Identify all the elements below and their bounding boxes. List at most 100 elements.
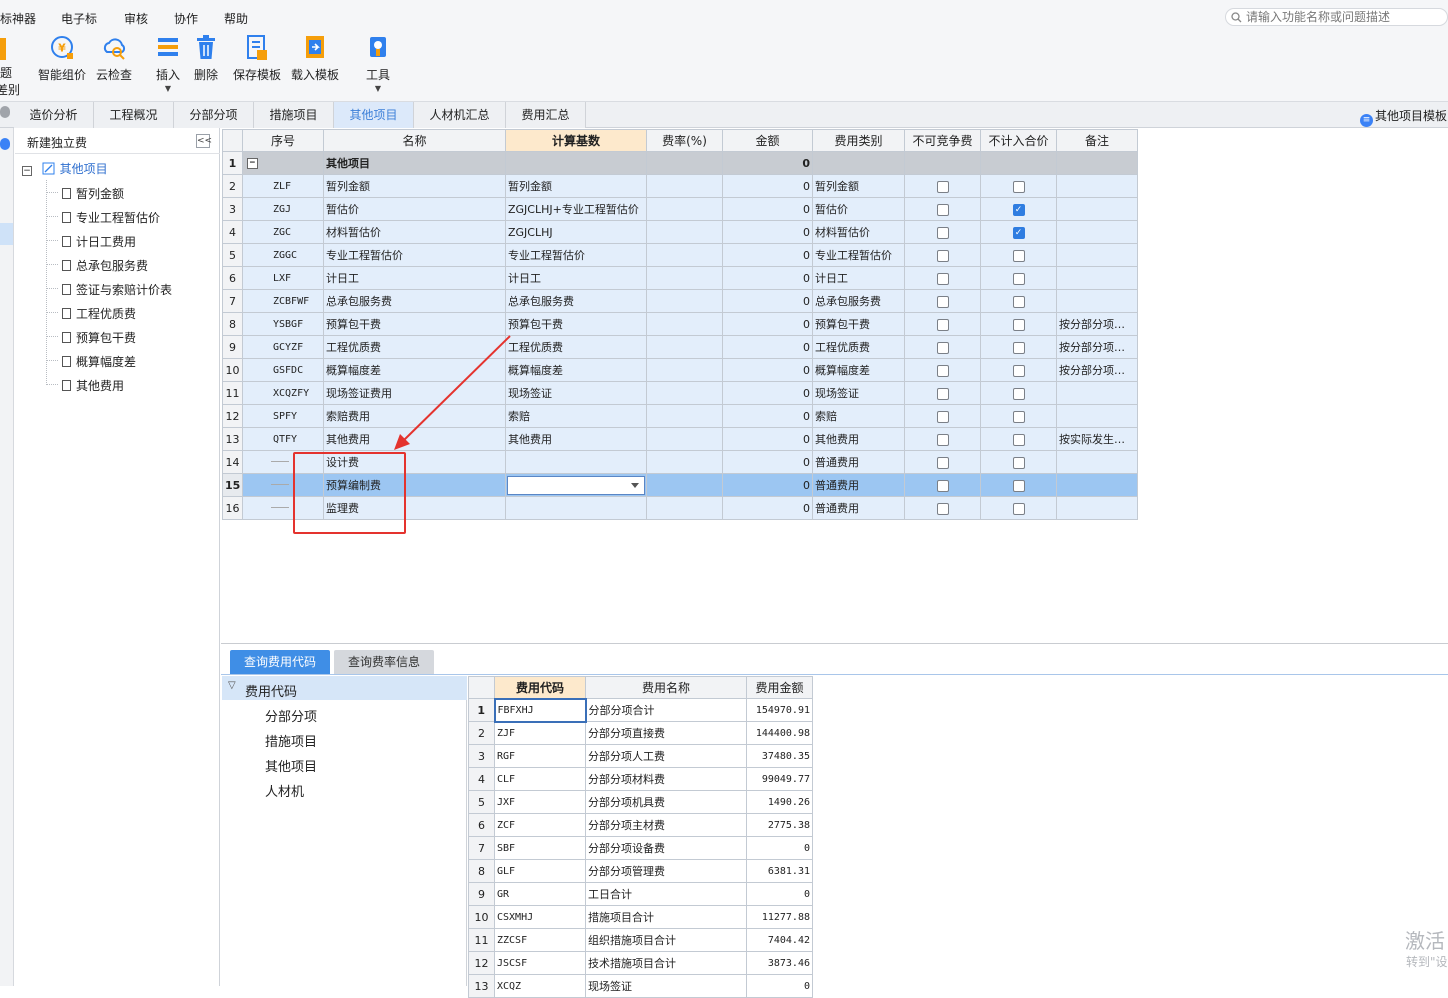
non-competitive-checkbox[interactable] xyxy=(936,387,949,400)
calc-base-cell[interactable]: 计日工 xyxy=(505,266,647,290)
menu-item-biaoshenqi[interactable]: 标神器 xyxy=(0,10,36,27)
category-cell[interactable]: 索赔 xyxy=(812,404,905,428)
category-cell[interactable]: 计日工 xyxy=(812,266,905,290)
fee-name-cell[interactable]: 分部分项主材费 xyxy=(585,813,747,837)
category-cell[interactable]: 普通费用 xyxy=(812,473,905,497)
non-competitive-cell[interactable] xyxy=(904,197,981,221)
table-row[interactable]: 10 GSFDC 概算幅度差 概算幅度差 0 概算幅度差 按分部分项… xyxy=(222,358,1138,382)
non-competitive-checkbox[interactable] xyxy=(936,272,949,285)
other-items-template-link[interactable]: ≡ 其他项目模板 xyxy=(1360,107,1447,127)
tree-item-estimate-margin[interactable]: 概算幅度差 xyxy=(62,353,136,370)
menu-item-xiezuo[interactable]: 协作 xyxy=(174,10,198,27)
menu-item-shenhe[interactable]: 审核 xyxy=(124,10,148,27)
note-cell[interactable] xyxy=(1056,450,1138,474)
fee-code-cell[interactable]: RGF xyxy=(494,744,586,768)
exclude-total-cell[interactable] xyxy=(980,289,1057,313)
fee-code-tree-item-other[interactable]: 其他项目 xyxy=(265,756,317,775)
name-cell[interactable]: 总承包服务费 xyxy=(323,289,506,313)
rate-cell[interactable] xyxy=(646,174,723,198)
rate-cell[interactable] xyxy=(646,358,723,382)
rate-cell[interactable] xyxy=(646,496,723,520)
col-header-rate[interactable]: 费率(%) xyxy=(646,129,723,152)
fee-code-row[interactable]: 11 ZZCSF 组织措施项目合计 7404.42 xyxy=(468,928,813,952)
calc-base-cell[interactable] xyxy=(505,496,647,520)
fee-code-cell[interactable]: GR xyxy=(494,882,586,906)
calc-base-cell[interactable]: 专业工程暂估价 xyxy=(505,243,647,267)
non-competitive-cell[interactable] xyxy=(904,381,981,405)
tree-item-daywork[interactable]: 计日工费用 xyxy=(62,233,136,250)
note-cell[interactable] xyxy=(1056,174,1138,198)
code-cell[interactable]: LXF xyxy=(242,266,324,290)
rate-cell[interactable] xyxy=(646,289,723,313)
category-cell[interactable]: 现场签证 xyxy=(812,381,905,405)
tab-sub-items[interactable]: 分部分项 xyxy=(174,102,254,128)
note-cell[interactable] xyxy=(1056,243,1138,267)
fee-code-cell[interactable]: CSXMHJ xyxy=(494,905,586,929)
note-cell[interactable]: 按分部分项… xyxy=(1056,335,1138,359)
rate-cell[interactable] xyxy=(646,473,723,497)
fee-code-row[interactable]: 6 ZCF 分部分项主材费 2775.38 xyxy=(468,813,813,837)
tools-dropdown-icon[interactable]: ▼ xyxy=(362,85,394,93)
category-cell[interactable]: 暂列金额 xyxy=(812,174,905,198)
tab-measures[interactable]: 措施项目 xyxy=(254,102,334,128)
calc-base-cell[interactable]: 总承包服务费 xyxy=(505,289,647,313)
fee-code-row[interactable]: 5 JXF 分部分项机具费 1490.26 xyxy=(468,790,813,814)
exclude-total-checkbox[interactable] xyxy=(1012,180,1025,193)
fee-code-tree-item-sub-items[interactable]: 分部分项 xyxy=(265,706,317,725)
non-competitive-checkbox[interactable] xyxy=(936,318,949,331)
category-cell[interactable]: 概算幅度差 xyxy=(812,358,905,382)
exclude-total-cell[interactable] xyxy=(980,450,1057,474)
fee-code-cell[interactable]: JXF xyxy=(494,790,586,814)
rate-cell[interactable] xyxy=(646,381,723,405)
name-cell[interactable]: 专业工程暂估价 xyxy=(323,243,506,267)
table-row[interactable]: 9 GCYZF 工程优质费 工程优质费 0 工程优质费 按分部分项… xyxy=(222,335,1138,359)
non-competitive-checkbox[interactable] xyxy=(936,341,949,354)
non-competitive-cell[interactable] xyxy=(904,151,981,175)
non-competitive-cell[interactable] xyxy=(904,174,981,198)
fee-code-row[interactable]: 4 CLF 分部分项材料费 99049.77 xyxy=(468,767,813,791)
name-cell[interactable]: 计日工 xyxy=(323,266,506,290)
fee-name-cell[interactable]: 技术措施项目合计 xyxy=(585,951,747,975)
tree-collapse-icon[interactable]: − xyxy=(22,166,32,176)
group-row[interactable]: 1− 其他项目 0 xyxy=(222,151,1138,175)
note-cell[interactable]: 按分部分项… xyxy=(1056,358,1138,382)
calc-base-cell[interactable]: 暂列金额 xyxy=(505,174,647,198)
non-competitive-checkbox[interactable] xyxy=(936,502,949,515)
code-cell[interactable]: ZGC xyxy=(242,220,324,244)
fee-name-cell[interactable]: 组织措施项目合计 xyxy=(585,928,747,952)
tab-labor-material-summary[interactable]: 人材机汇总 xyxy=(414,102,506,128)
collapse-toggle-icon[interactable]: − xyxy=(247,158,258,169)
calc-base-cell[interactable] xyxy=(505,151,647,175)
non-competitive-checkbox[interactable] xyxy=(936,410,949,423)
non-competitive-cell[interactable] xyxy=(904,358,981,382)
fee-code-tree-item-labor-material[interactable]: 人材机 xyxy=(265,781,304,800)
tab-query-fee-code[interactable]: 查询费用代码 xyxy=(230,650,330,674)
tools-button[interactable]: 工具 ▼ xyxy=(362,34,394,100)
fee-code-cell[interactable]: ZJF xyxy=(494,721,586,745)
tree-item-other-fees[interactable]: 其他费用 xyxy=(62,377,124,394)
chevron-down-icon[interactable]: ▽ xyxy=(228,680,236,691)
fee-code-tree-item-measures[interactable]: 措施项目 xyxy=(265,731,317,750)
fee-code-cell[interactable]: SBF xyxy=(494,836,586,860)
note-cell[interactable] xyxy=(1056,404,1138,428)
tab-cost-analysis[interactable]: 造价分析 xyxy=(14,102,94,128)
calc-base-cell[interactable]: ZGJCLHJ xyxy=(505,220,647,244)
exclude-total-checkbox[interactable] xyxy=(1012,456,1025,469)
exclude-total-checkbox[interactable] xyxy=(1012,364,1025,377)
rate-cell[interactable] xyxy=(646,197,723,221)
exclude-total-cell[interactable] xyxy=(980,358,1057,382)
calc-base-cell[interactable]: ZGJCLHJ+专业工程暂估价 xyxy=(505,197,647,221)
fee-name-cell[interactable]: 分部分项人工费 xyxy=(585,744,747,768)
table-row[interactable]: 7 ZCBFWF 总承包服务费 总承包服务费 0 总承包服务费 xyxy=(222,289,1138,313)
category-cell[interactable]: 普通费用 xyxy=(812,450,905,474)
note-cell[interactable] xyxy=(1056,381,1138,405)
new-independent-fee-button[interactable]: 新建独立费 xyxy=(27,134,87,151)
tab-query-rate-info[interactable]: 查询费率信息 xyxy=(334,650,434,674)
code-cell[interactable]: GCYZF xyxy=(242,335,324,359)
code-cell[interactable]: GSFDC xyxy=(242,358,324,382)
col-header-fee-code[interactable]: 费用代码 xyxy=(494,676,586,699)
fee-code-tree-root[interactable]: ▽ 费用代码 xyxy=(222,676,467,700)
calc-base-cell[interactable] xyxy=(505,473,647,497)
cloud-check-button[interactable]: 云检查 xyxy=(94,34,134,100)
non-competitive-cell[interactable] xyxy=(904,496,981,520)
